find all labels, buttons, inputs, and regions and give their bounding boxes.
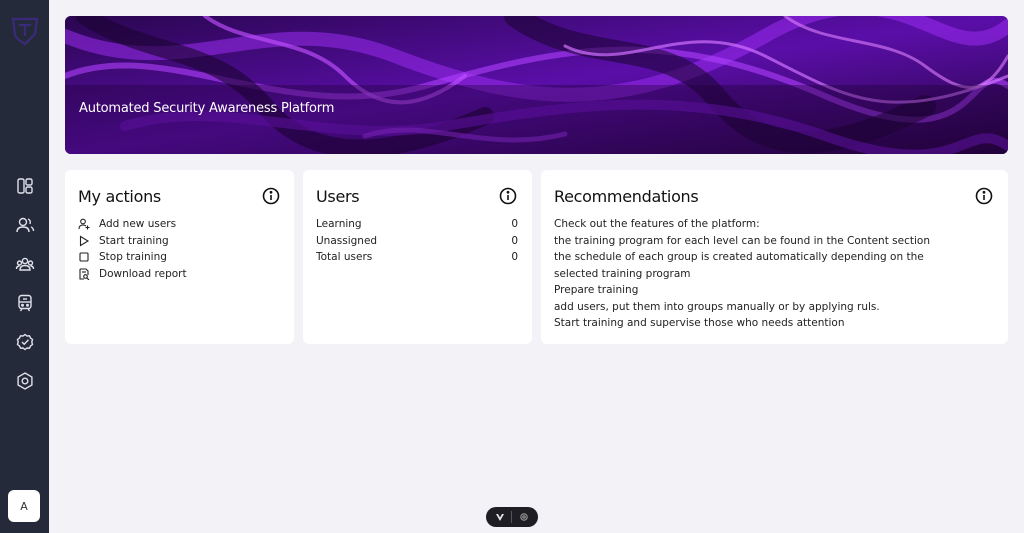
- report-icon: [79, 268, 90, 280]
- settings-icon[interactable]: [519, 512, 529, 522]
- stat-label: Learning: [316, 218, 362, 231]
- recommendation-line: Check out the features of the platform:: [554, 218, 760, 230]
- play-icon: [79, 235, 90, 247]
- action-label: Start training: [99, 234, 169, 247]
- recommendations-card: Recommendations Check out the features o…: [541, 170, 1008, 344]
- banner-title: Automated Security Awareness Platform: [79, 101, 335, 116]
- info-icon[interactable]: [975, 187, 993, 205]
- recommendation-line: Prepare training: [554, 284, 639, 296]
- groups-icon: [15, 257, 34, 271]
- action-label: Download report: [99, 267, 187, 280]
- stat-row-unassigned: Unassigned 0: [316, 233, 518, 250]
- stat-value: 0: [511, 218, 518, 231]
- users-stats: Learning 0 Unassigned 0 Total users 0: [316, 216, 518, 266]
- stat-value: 0: [511, 234, 518, 247]
- banner-overlay: [65, 85, 1008, 154]
- add-user-icon: [78, 218, 90, 230]
- avatar-label: A: [20, 499, 28, 513]
- recommendation-line: the schedule of each group is created au…: [554, 251, 924, 280]
- training-icon: [17, 294, 32, 311]
- action-label: Add new users: [99, 218, 177, 231]
- sidebar-item-groups[interactable]: [0, 244, 49, 283]
- action-label: Stop training: [99, 251, 167, 264]
- add-new-users-action[interactable]: Add new users: [78, 216, 187, 233]
- info-icon[interactable]: [499, 187, 517, 205]
- sidebar-item-settings[interactable]: [0, 361, 49, 400]
- recommendation-line: the training program for each level can …: [554, 234, 930, 247]
- settings-icon: [16, 371, 33, 390]
- stat-label: Total users: [316, 251, 373, 264]
- info-icon[interactable]: [262, 187, 280, 205]
- sidebar-item-dashboard[interactable]: [0, 166, 49, 205]
- recommendation-line: Start training and supervise those who n…: [554, 317, 845, 329]
- card-title: Users: [316, 187, 360, 206]
- my-actions-card: My actions Add new users Start training: [65, 170, 294, 344]
- hero-banner: Automated Security Awareness Platform: [65, 16, 1008, 154]
- stat-value: 0: [511, 251, 518, 264]
- chevron-down-icon[interactable]: [495, 512, 505, 522]
- dashboard-icon: [16, 177, 33, 194]
- divider: [511, 511, 513, 523]
- recommendations-text: Check out the features of the platform: …: [554, 216, 964, 332]
- users-card: Users Learning 0 Unassigned 0 Total user…: [303, 170, 532, 344]
- stat-label: Unassigned: [316, 234, 378, 247]
- stat-row-total-users: Total users 0: [316, 249, 518, 266]
- recommendation-line: add users, put them into groups manually…: [554, 300, 880, 313]
- sidebar-item-verified[interactable]: [0, 322, 49, 361]
- card-title: Recommendations: [554, 187, 699, 206]
- sidebar-item-training[interactable]: [0, 283, 49, 322]
- download-report-action[interactable]: Download report: [78, 266, 187, 283]
- stop-icon: [79, 252, 89, 262]
- actions-list: Add new users Start training Stop traini…: [78, 216, 187, 282]
- start-training-action[interactable]: Start training: [78, 233, 187, 250]
- users-icon: [15, 217, 34, 232]
- avatar[interactable]: A: [8, 490, 40, 522]
- stop-training-action[interactable]: Stop training: [78, 249, 187, 266]
- logo-icon: [11, 17, 38, 46]
- sidebar-item-users[interactable]: [0, 205, 49, 244]
- floating-toolbar[interactable]: [486, 507, 538, 527]
- verified-icon: [16, 333, 33, 350]
- card-title: My actions: [78, 187, 161, 206]
- stat-row-learning: Learning 0: [316, 216, 518, 233]
- sidebar-nav: [0, 166, 49, 400]
- sidebar: A: [0, 0, 49, 533]
